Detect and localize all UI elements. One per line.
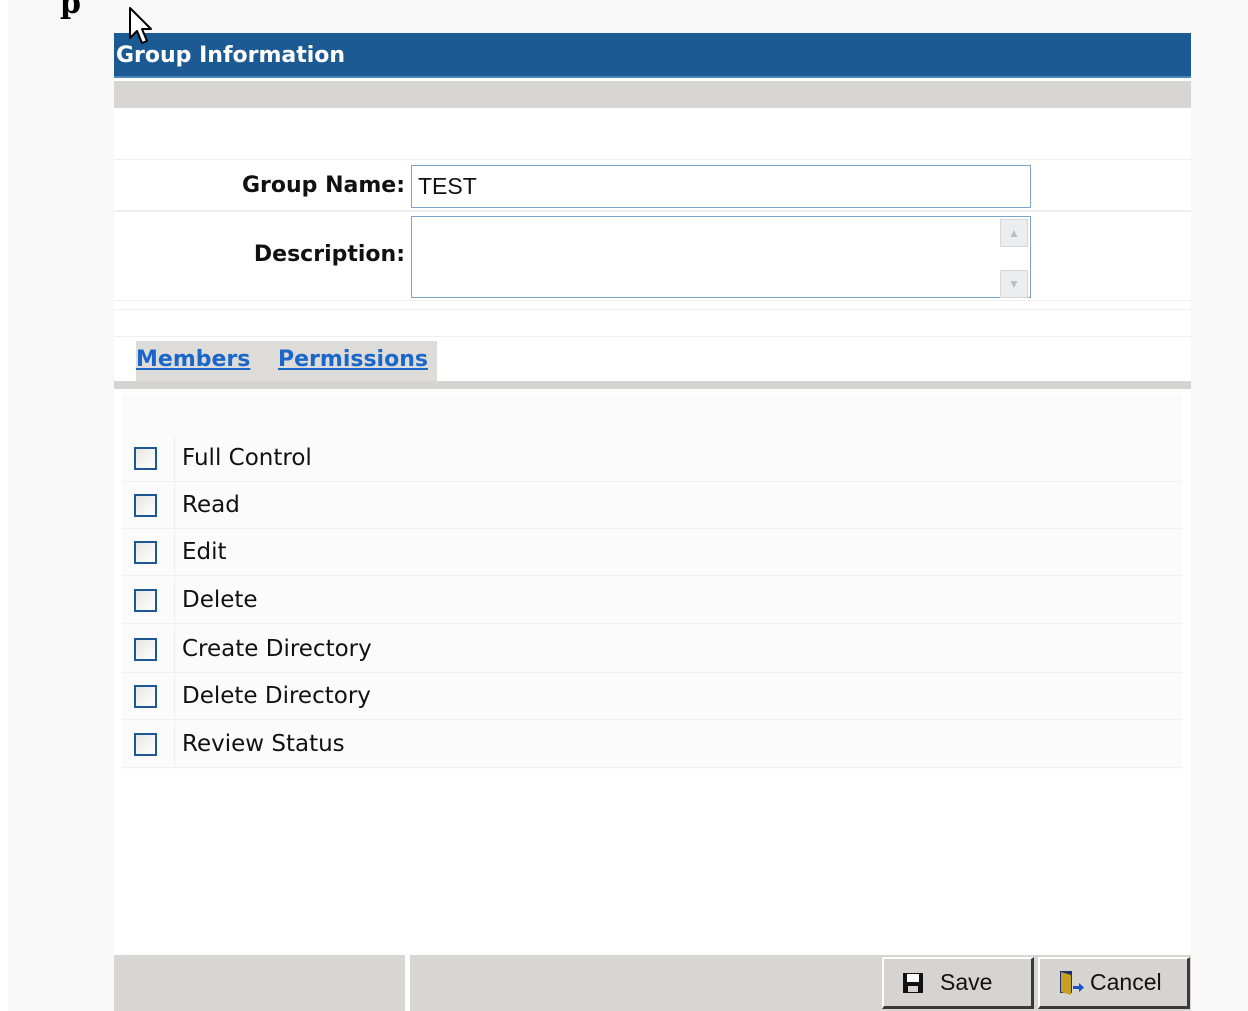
description-label: Description:: [253, 242, 405, 267]
scroll-down-icon[interactable]: ▼: [1000, 270, 1028, 298]
edit-checkbox[interactable]: [134, 541, 157, 564]
read-checkbox[interactable]: [134, 494, 157, 517]
save-label: Save: [940, 969, 993, 995]
tab-bar: Members Permissions: [114, 341, 1191, 381]
row-divider: [174, 673, 175, 719]
group-panel: Group Information Group Name: Descriptio…: [114, 33, 1191, 1011]
full-control-checkbox[interactable]: [134, 447, 157, 470]
save-button[interactable]: Save: [882, 957, 1034, 1009]
tab-members[interactable]: Members: [136, 347, 250, 372]
tab-strip: Members Permissions: [136, 341, 437, 381]
tab-permissions[interactable]: Permissions: [278, 347, 428, 372]
row-divider: [174, 529, 175, 575]
permission-label: Create Directory: [182, 636, 372, 662]
floppy-disk-icon: [902, 972, 924, 994]
delete-directory-checkbox[interactable]: [134, 685, 157, 708]
list-item: Delete Directory: [122, 673, 1182, 720]
row-divider: [174, 482, 175, 528]
cancel-button[interactable]: Cancel: [1038, 957, 1190, 1009]
scroll-up-icon[interactable]: ▲: [1000, 219, 1028, 247]
permission-label: Edit: [182, 539, 227, 565]
permission-label: Full Control: [182, 445, 312, 471]
row-divider: [174, 721, 175, 767]
list-item: Create Directory: [122, 626, 1182, 673]
partial-heading: p: [60, 0, 81, 21]
page-title: Group Information: [114, 33, 1191, 78]
textarea-scrollbar[interactable]: ▲ ▼: [1000, 219, 1028, 298]
mouse-pointer-icon: [128, 6, 154, 50]
list-item: Read: [122, 482, 1182, 529]
row-divider: [174, 435, 175, 481]
permissions-list: Full Control Read Edit Delete Create Dir…: [122, 395, 1182, 769]
permission-label: Delete Directory: [182, 683, 371, 709]
list-item: Full Control: [122, 435, 1182, 482]
group-name-label: Group Name:: [242, 173, 405, 198]
footer-left-panel: [114, 955, 405, 1011]
row-divider: [174, 577, 175, 623]
permission-label: Delete: [182, 587, 258, 613]
cancel-label: Cancel: [1090, 969, 1162, 995]
permission-label: Read: [182, 492, 240, 518]
list-item: Delete: [122, 577, 1182, 624]
review-status-checkbox[interactable]: [134, 733, 157, 756]
description-textarea[interactable]: ▲ ▼: [411, 216, 1031, 298]
list-item: Edit: [122, 529, 1182, 576]
group-name-input[interactable]: [411, 165, 1031, 208]
list-item: Review Status: [122, 721, 1182, 768]
tab-underline: [114, 381, 1191, 389]
form-spacer-row: [114, 309, 1191, 337]
toolbar-strip: [114, 81, 1191, 108]
group-name-row: Group Name:: [114, 159, 1191, 211]
permission-label: Review Status: [182, 731, 345, 757]
delete-checkbox[interactable]: [134, 589, 157, 612]
exit-door-icon: [1058, 969, 1084, 997]
create-directory-checkbox[interactable]: [134, 638, 157, 661]
row-divider: [174, 626, 175, 672]
description-row: Description: ▲ ▼: [114, 211, 1191, 301]
